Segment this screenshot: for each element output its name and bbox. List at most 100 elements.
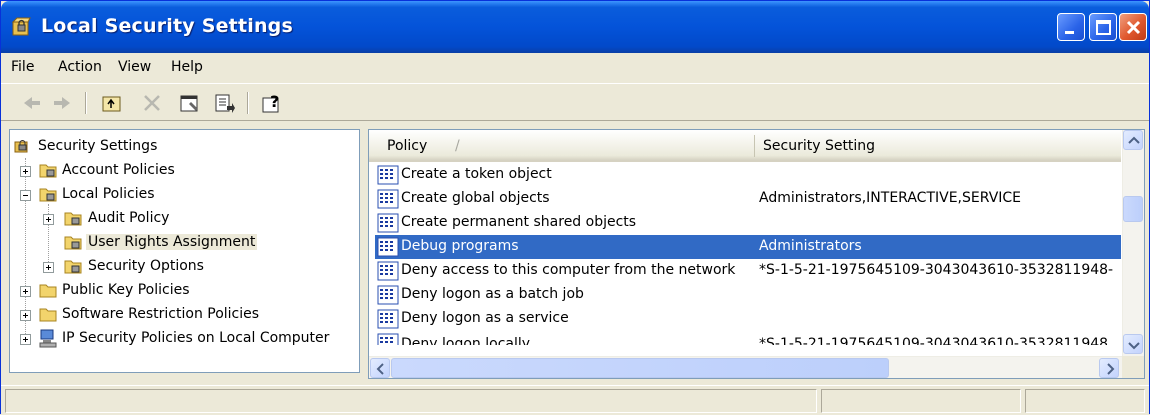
window-title: Local Security Settings	[41, 15, 293, 37]
policy-name: Create a token object	[401, 166, 552, 182]
forward-arrow-icon[interactable]	[51, 92, 73, 114]
scroll-down-button[interactable]	[1123, 334, 1143, 354]
close-icon	[1126, 20, 1141, 35]
folder-lock-icon	[64, 236, 82, 250]
tree-item-label: Account Policies	[62, 162, 175, 178]
policy-icon	[377, 165, 399, 185]
policy-name: Debug programs	[401, 238, 519, 254]
vertical-scroll-thumb[interactable]	[1123, 196, 1143, 222]
tree-item-security-options[interactable]: Security Options	[10, 256, 350, 278]
list-row[interactable]: Deny logon as a service	[375, 307, 1121, 331]
policy-name: Deny access to this computer from the ne…	[401, 262, 736, 278]
list-row[interactable]: Create a token object	[375, 163, 1121, 187]
folder-lock-icon	[64, 260, 82, 274]
tree-item-public-key-policies[interactable]: Public Key Policies	[10, 280, 350, 302]
horizontal-scrollbar[interactable]	[369, 356, 1123, 378]
folder-lock-icon	[39, 164, 57, 178]
toolbar-separator	[247, 92, 249, 114]
list-row[interactable]: Create global objects Administrators,INT…	[375, 187, 1121, 211]
policy-icon	[377, 309, 399, 329]
scroll-up-button[interactable]	[1123, 130, 1143, 150]
tree-item-software-restriction-policies[interactable]: Software Restriction Policies	[10, 304, 350, 326]
tree-item-local-policies[interactable]: Local Policies	[10, 184, 350, 206]
list-row[interactable]: Deny access to this computer from the ne…	[375, 259, 1121, 283]
column-header-policy[interactable]: Policy	[387, 138, 427, 154]
network-computer-icon	[39, 329, 57, 348]
folder-lock-icon	[39, 188, 57, 202]
column-header-security-setting[interactable]: Security Setting	[763, 138, 875, 154]
status-bar	[1, 385, 1149, 415]
security-settings-icon	[14, 140, 28, 153]
expand-toggle[interactable]	[20, 286, 31, 297]
menu-file[interactable]: File	[11, 59, 34, 75]
security-setting-value: Administrators	[759, 238, 862, 254]
tree-item-account-policies[interactable]: Account Policies	[10, 160, 350, 182]
policy-icon	[377, 285, 399, 305]
toolbar: ?	[1, 83, 1149, 121]
horizontal-scroll-thumb[interactable]	[391, 358, 889, 378]
list-row-selected[interactable]: Debug programs Administrators	[375, 235, 1121, 259]
list-row[interactable]: Create permanent shared objects	[375, 211, 1121, 235]
maximize-icon	[1096, 20, 1111, 35]
expand-toggle[interactable]	[20, 166, 31, 177]
local-security-settings-window: Local Security Settings File Action View…	[0, 0, 1150, 415]
tree-item-label: Software Restriction Policies	[62, 306, 260, 322]
help-icon[interactable]: ?	[261, 92, 283, 114]
collapse-toggle[interactable]	[20, 190, 31, 201]
menu-view[interactable]: View	[118, 59, 151, 75]
security-setting-value: Administrators,INTERACTIVE,SERVICE	[759, 190, 1022, 206]
up-folder-icon[interactable]	[101, 92, 123, 114]
delete-icon[interactable]	[141, 92, 163, 114]
list-row[interactable]: Deny logon as a batch job	[375, 283, 1121, 307]
scrollbar-corner	[1122, 356, 1144, 378]
close-button[interactable]	[1119, 13, 1147, 41]
export-list-icon[interactable]	[213, 92, 235, 114]
chevron-left-icon	[376, 363, 384, 375]
policy-name: Deny logon as a service	[401, 310, 569, 326]
menu-action[interactable]: Action	[58, 59, 102, 75]
tree-item-label: Local Policies	[62, 186, 155, 202]
chevron-right-icon	[1107, 363, 1115, 375]
tree-pane[interactable]: Security Settings Account Policies Local…	[9, 129, 360, 373]
policy-name: Create global objects	[401, 190, 550, 206]
tree-item-label: Security Options	[88, 258, 204, 274]
tree-item-audit-policy[interactable]: Audit Policy	[10, 208, 350, 230]
chevron-down-icon	[1128, 342, 1140, 350]
policy-list-pane[interactable]: Policy / Security Setting Create a token…	[368, 129, 1145, 379]
menu-bar: File Action View Help	[1, 53, 1149, 83]
tree-item-label: Security Settings	[38, 138, 158, 154]
expand-toggle[interactable]	[20, 310, 31, 321]
tree-item-ip-security-policies[interactable]: IP Security Policies on Local Computer	[10, 328, 358, 350]
list-header: Policy / Security Setting	[369, 130, 1121, 162]
policy-name: Deny logon as a batch job	[401, 286, 584, 302]
title-bar[interactable]: Local Security Settings	[1, 1, 1149, 53]
tree-item-label: Audit Policy	[88, 210, 170, 226]
scroll-left-button[interactable]	[370, 358, 390, 378]
vertical-scrollbar[interactable]	[1122, 130, 1144, 356]
tree-item-label: IP Security Policies on Local Computer	[62, 330, 330, 346]
tree-item-user-rights-assignment[interactable]: User Rights Assignment	[10, 232, 350, 254]
tree-item-label: User Rights Assignment	[86, 234, 258, 250]
minimize-button[interactable]	[1057, 13, 1085, 41]
properties-icon[interactable]	[179, 92, 201, 114]
policy-name: Deny logon locally	[401, 336, 531, 345]
menu-help[interactable]: Help	[171, 59, 203, 75]
tree-item-security-settings[interactable]: Security Settings	[14, 136, 344, 158]
policy-icon	[377, 213, 399, 233]
maximize-button[interactable]	[1089, 13, 1117, 41]
back-arrow-icon[interactable]	[21, 92, 43, 114]
expand-toggle[interactable]	[43, 214, 54, 225]
folder-icon	[39, 284, 57, 298]
column-divider[interactable]	[754, 135, 755, 157]
expand-toggle[interactable]	[20, 334, 31, 345]
chevron-up-icon	[1128, 136, 1140, 144]
minimize-icon	[1065, 31, 1074, 34]
toolbar-separator	[85, 92, 87, 114]
sort-indicator: /	[455, 138, 460, 154]
policy-icon	[377, 189, 399, 209]
scroll-right-button[interactable]	[1099, 358, 1119, 378]
svg-text:?: ?	[270, 92, 279, 111]
expand-toggle[interactable]	[43, 262, 54, 273]
list-row-partial[interactable]: Deny logon locally *S-1-5-21-1975645109-…	[375, 331, 1121, 345]
status-cell	[5, 389, 817, 413]
